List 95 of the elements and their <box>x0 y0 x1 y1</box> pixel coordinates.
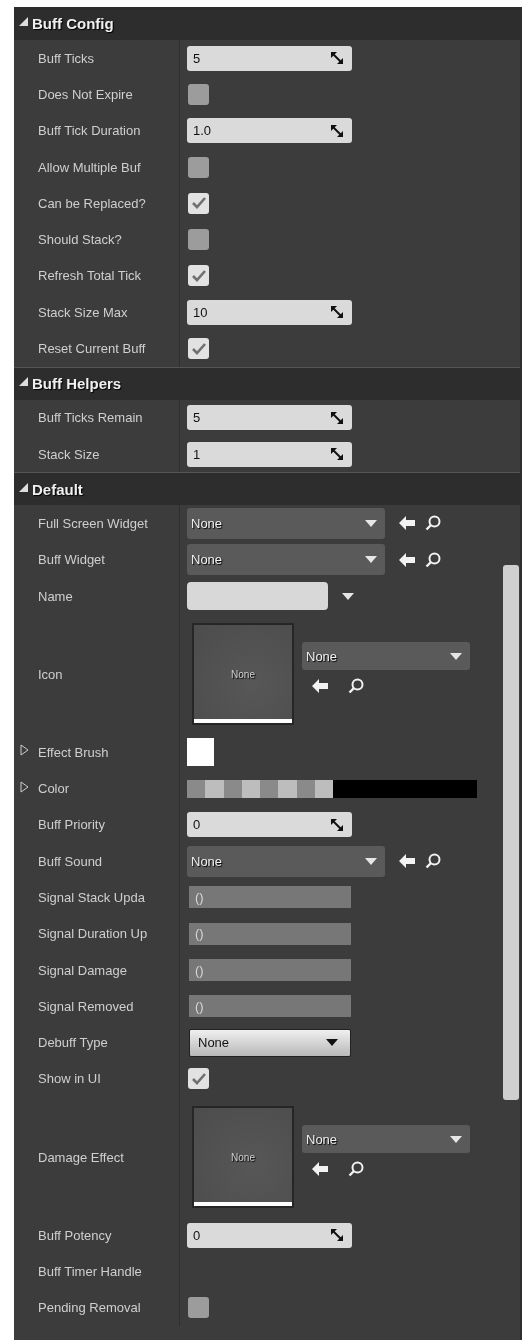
checkbox[interactable] <box>188 1297 209 1319</box>
property-label: Debuff Type <box>38 1035 108 1051</box>
drag-arrows-icon <box>330 51 344 66</box>
property-label: Stack Size <box>38 446 100 462</box>
delegate-field: () <box>189 959 351 982</box>
scrollbar-thumb[interactable] <box>503 565 519 1100</box>
drag-arrows-icon <box>330 817 344 832</box>
category-header[interactable]: Default <box>14 472 520 506</box>
expander-icon[interactable] <box>19 482 28 492</box>
dropdown-caret-icon <box>326 1039 338 1047</box>
enum-dropdown[interactable]: None <box>189 1028 351 1057</box>
property-label: Buff Timer Handle <box>38 1264 142 1280</box>
property-label: Does Not Expire <box>38 86 133 102</box>
brush-swatch[interactable] <box>187 738 214 767</box>
delegate-field: () <box>189 995 351 1018</box>
property-label: Reset Current Buff <box>38 341 146 356</box>
property-label: Show in UI <box>38 1071 101 1087</box>
property-label: Buff Widget <box>38 552 105 568</box>
arrow-left-icon[interactable] <box>399 854 415 869</box>
search-icon[interactable] <box>425 515 441 532</box>
asset-dropdown[interactable]: None <box>187 845 385 877</box>
asset-dropdown[interactable]: None <box>302 1125 470 1154</box>
drag-arrows-icon <box>330 410 344 425</box>
property-label: Signal Duration Up <box>38 926 148 942</box>
checkbox[interactable] <box>188 83 209 105</box>
property-label: Buff Sound <box>38 853 103 869</box>
category-title: Buff Helpers <box>32 375 122 393</box>
number-field[interactable]: 0 <box>187 1222 352 1248</box>
property-label: Effect Brush <box>38 744 109 760</box>
category-header[interactable]: Buff Config <box>14 7 520 40</box>
property-label: Signal Damage <box>38 962 127 978</box>
dropdown-caret-icon <box>450 1135 462 1143</box>
asset-dropdown[interactable]: None <box>302 642 470 671</box>
category-title: Default <box>32 480 83 498</box>
dropdown-caret-icon <box>365 857 377 865</box>
drag-arrows-icon <box>330 1228 344 1243</box>
property-label: Damage Effect <box>38 1149 124 1165</box>
property-label: Buff Potency <box>38 1227 112 1243</box>
search-icon[interactable] <box>425 551 441 568</box>
property-label: Signal Stack Upda <box>38 890 145 905</box>
property-label: Signal Removed <box>38 998 134 1014</box>
thumbnail[interactable]: None <box>194 1108 292 1207</box>
delegate-field: () <box>189 922 351 945</box>
property-label: Icon <box>38 666 63 682</box>
dropdown-caret-icon <box>342 592 354 600</box>
dropdown-caret-icon <box>450 652 462 660</box>
asset-dropdown[interactable]: None <box>187 544 385 576</box>
thumbnail[interactable]: None <box>194 625 292 724</box>
property-label: Buff Priority <box>38 817 105 833</box>
property-label: Should Stack? <box>38 232 122 248</box>
dropdown-caret-icon <box>365 519 377 527</box>
number-field[interactable]: 5 <box>187 45 352 71</box>
name-field[interactable] <box>187 582 328 610</box>
number-field[interactable]: 1 <box>187 441 352 467</box>
arrow-left-icon[interactable] <box>312 1162 328 1177</box>
expander-icon[interactable] <box>20 780 29 793</box>
drag-arrows-icon <box>330 123 344 138</box>
arrow-left-icon[interactable] <box>399 552 415 567</box>
property-label: Stack Size Max <box>38 304 128 320</box>
property-label: Buff Tick Duration <box>38 123 141 139</box>
number-field[interactable]: 1.0 <box>187 118 352 144</box>
arrow-left-icon[interactable] <box>399 516 415 531</box>
search-icon[interactable] <box>348 678 364 695</box>
checkbox[interactable] <box>188 265 209 287</box>
property-label: Buff Ticks Remain <box>38 410 143 426</box>
dropdown-caret-icon <box>365 556 377 564</box>
property-label: Full Screen Widget <box>38 515 148 531</box>
checkbox[interactable] <box>188 229 209 251</box>
search-icon[interactable] <box>425 853 441 870</box>
property-label: Pending Removal <box>38 1300 141 1316</box>
search-icon[interactable] <box>348 1161 364 1178</box>
checkbox[interactable] <box>188 192 209 214</box>
expander-icon[interactable] <box>19 17 28 26</box>
asset-dropdown[interactable]: None <box>187 507 385 539</box>
drag-arrows-icon <box>330 305 344 320</box>
property-label: Color <box>38 781 70 797</box>
property-label: Allow Multiple Buf <box>38 159 141 175</box>
checkbox[interactable] <box>188 156 209 178</box>
category-title: Buff Config <box>32 15 114 32</box>
category-header[interactable]: Buff Helpers <box>14 366 520 400</box>
expander-icon[interactable] <box>20 744 29 757</box>
expander-icon[interactable] <box>19 377 28 387</box>
checkbox[interactable] <box>188 1068 209 1090</box>
number-field[interactable]: 10 <box>187 299 352 325</box>
checkbox[interactable] <box>188 338 209 359</box>
property-label: Can be Replaced? <box>38 195 146 211</box>
property-label: Buff Ticks <box>38 50 95 66</box>
delegate-field: () <box>189 886 351 909</box>
property-label: Name <box>38 588 73 604</box>
color-swatch[interactable] <box>187 779 477 798</box>
arrow-left-icon[interactable] <box>312 679 328 694</box>
number-field[interactable]: 0 <box>187 812 352 838</box>
number-field[interactable]: 5 <box>187 405 352 431</box>
drag-arrows-icon <box>330 447 344 462</box>
property-label: Refresh Total Tick <box>38 268 142 284</box>
